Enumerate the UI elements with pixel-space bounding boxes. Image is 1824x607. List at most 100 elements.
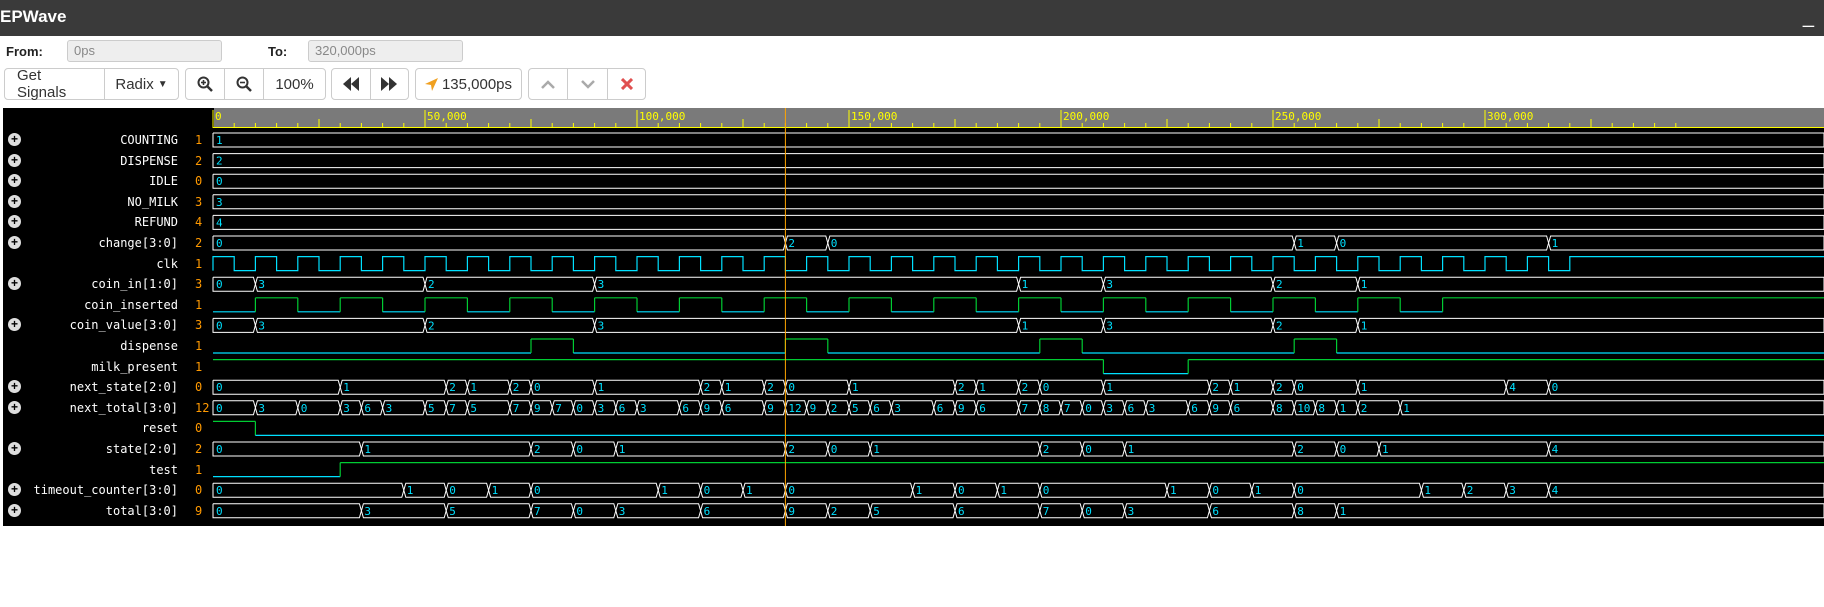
bus-segment [1336,235,1550,251]
bus-value-label: 2 [513,381,520,394]
bus-value-label: 2 [1276,319,1283,332]
cursor-group: 135,000ps [415,68,522,100]
bus-value-label: 1 [343,381,350,394]
bus-segment [424,276,596,292]
bus-value-label: 8 [1297,505,1304,518]
bus-value-label: 0 [534,381,541,394]
close-icon [620,78,633,90]
bus-value-label: 2 [831,505,838,518]
bus-value-label: 1 [364,443,371,456]
bus-value-label: 3 [364,505,371,518]
bus-segment [212,132,1824,148]
bus-segment [212,173,1824,189]
minimize-button[interactable]: _ [1803,7,1814,27]
jump-start-button[interactable] [332,69,371,99]
bus-value-label: 3 [1128,505,1135,518]
bus-segment [212,379,341,395]
bus-value-label: 6 [619,402,626,415]
bus-value-label: 1 [1552,237,1559,250]
bus-value-label: 0 [1043,381,1050,394]
zoom-level[interactable]: 100% [264,69,325,99]
bus-value-label: 7 [1022,402,1029,415]
bus-value-label: 0 [216,237,223,250]
bus-value-label: 1 [1106,381,1113,394]
bus-segment [615,441,786,457]
from-input[interactable]: 0ps [67,40,222,62]
bus-value-label: 12 [788,402,801,415]
zoom-out-button[interactable] [225,69,264,99]
bus-segment [1548,235,1824,251]
bus-value-label: 1 [1340,402,1347,415]
bus-value-label: 0 [1297,484,1304,497]
bus-value-label: 2 [831,402,838,415]
radix-button[interactable]: Radix ▼ [105,69,178,99]
waveform-canvas[interactable]: 0 50,000 100,000 150,000 200,000 250,000 300,0… [3,108,1824,526]
bus-value-label: 0 [1340,237,1347,250]
bus-value-label: 0 [704,484,711,497]
get-signals-button[interactable]: Get Signals [5,67,105,101]
edit-group [528,68,646,100]
ruler-tick-label: 0 [215,110,222,123]
bus-value-label: 2 [788,237,795,250]
bus-value-label: 6 [937,402,944,415]
cursor-time-button[interactable]: 135,000ps [416,69,521,99]
bus-segment [212,482,405,498]
bus-value-label: 9 [958,402,965,415]
bus-value-label: 3 [1509,484,1516,497]
bus-value-label: 0 [216,443,223,456]
bus-value-label: 1 [598,381,605,394]
bus-segment [784,482,914,498]
bus-value-label: 0 [449,484,456,497]
bus-value-label: 4 [1552,443,1559,456]
bus-value-label: 5 [873,505,880,518]
bus-value-label: 7 [513,402,520,415]
bus-value-label: 0 [1085,505,1092,518]
bus-segment [254,317,426,333]
bus-value-label: 1 [746,484,753,497]
bus-value-label: 0 [1085,402,1092,415]
move-down-button[interactable] [568,69,608,99]
bus-value-label: 1 [1361,278,1368,291]
move-up-button[interactable] [529,69,568,99]
bus-segment [1336,503,1824,519]
bus-value-label: 2 [534,443,541,456]
jump-end-button[interactable] [371,69,409,99]
bus-value-label: 2 [428,319,435,332]
bus-segment [1102,379,1210,395]
bus-value-label: 6 [364,402,371,415]
zoom-out-icon [236,76,252,92]
bus-value-label: 0 [216,505,223,518]
bus-segment [954,503,1041,519]
bus-segment [212,503,362,519]
bus-value-label: 0 [216,381,223,394]
waveform-viewer: + COUNTING 1 + DISPENSE 2 + IDLE 0 + NO_MILK 3 + REFU… [3,108,1824,526]
bus-value-label: 1 [1297,237,1304,250]
bus-value-label: 3 [386,402,393,415]
bus-value-label: 3 [258,402,265,415]
bus-segment [1018,276,1104,292]
bus-segment [869,503,956,519]
bus-value-label: 3 [894,402,901,415]
bus-segment [1102,276,1274,292]
bus-value-label: 3 [1149,402,1156,415]
bus-segment [594,317,1020,333]
bus-segment [212,214,1824,230]
bus-value-label: 0 [576,443,583,456]
signals-group: Get Signals Radix ▼ [4,67,179,101]
bus-segment [1272,276,1359,292]
bus-value-label: 3 [258,278,265,291]
bus-value-label: 9 [810,402,817,415]
bus-value-label: 9 [1212,402,1219,415]
app-title: EPWave [0,7,67,26]
bus-value-label: 0 [216,278,223,291]
remove-button[interactable] [608,69,645,99]
zoom-in-button[interactable] [186,69,225,99]
bus-value-label: 1 [852,381,859,394]
bus-value-label: 0 [216,175,223,188]
bus-segment [1548,441,1824,457]
bus-segment [1357,276,1824,292]
chevron-down-icon [580,79,595,89]
bus-value-label: 7 [1043,505,1050,518]
bus-value-label: 2 [216,155,223,168]
to-input[interactable]: 320,000ps [308,40,463,62]
